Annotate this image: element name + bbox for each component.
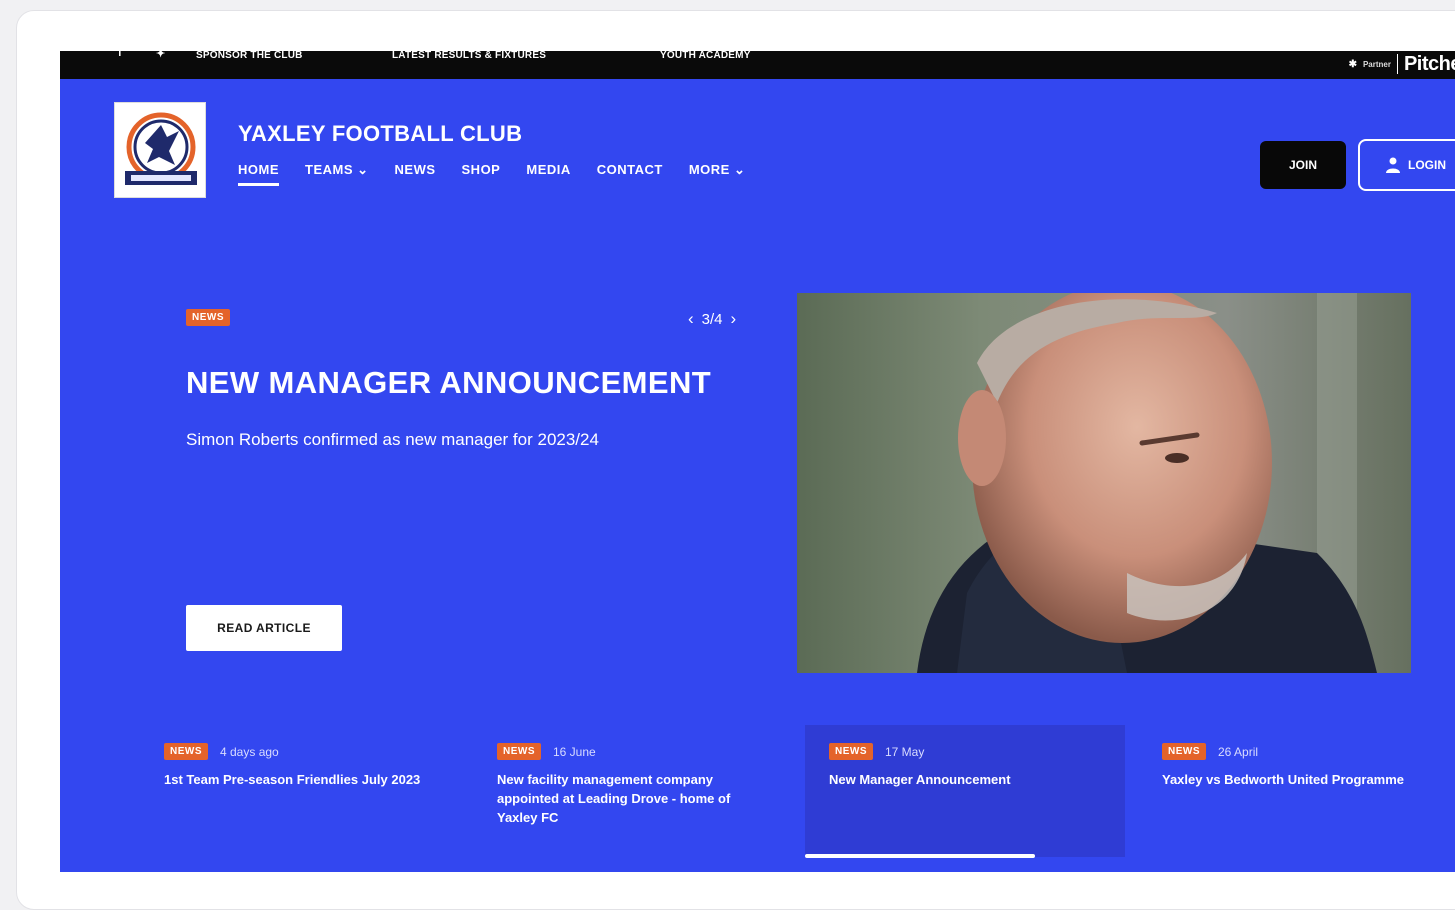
news-badge: NEWS xyxy=(497,743,541,760)
nav-more[interactable]: MORE ⌄ xyxy=(689,162,746,186)
login-label: LOGIN xyxy=(1408,158,1446,172)
pitchero-logo-icon: ✱ xyxy=(1348,58,1357,70)
divider xyxy=(1396,54,1398,74)
news-card[interactable]: NEWS 4 days ago 1st Team Pre-season Frie… xyxy=(140,725,460,857)
news-title: Yaxley vs Bedworth United Programme xyxy=(1162,772,1405,787)
twitter-icon[interactable]: ✦ xyxy=(156,51,165,60)
slider-pager: ‹ 3/4 › xyxy=(688,309,736,329)
website: f ✦ SPONSOR THE CLUB LATEST RESULTS & FI… xyxy=(60,51,1455,872)
hero-slider: NEWS ‹ 3/4 › NEW MANAGER ANNOUNCEMENT Si… xyxy=(60,239,1455,679)
news-badge: NEWS xyxy=(829,743,873,760)
main-nav: HOME TEAMS ⌄ NEWS SHOP MEDIA CONTACT MOR… xyxy=(238,162,745,186)
nav-media[interactable]: MEDIA xyxy=(526,162,570,186)
read-article-button[interactable]: READ ARTICLE xyxy=(186,605,342,651)
news-badge: NEWS xyxy=(164,743,208,760)
hero-news-badge: NEWS xyxy=(186,309,230,326)
news-date: 16 June xyxy=(553,744,596,759)
hero-subtitle: Simon Roberts confirmed as new manager f… xyxy=(186,430,599,449)
slider-prev-icon[interactable]: ‹ xyxy=(688,309,694,329)
hero-image[interactable] xyxy=(797,293,1411,673)
topbar-link-sponsor[interactable]: SPONSOR THE CLUB xyxy=(196,51,303,61)
partner-brand: Pitchero xyxy=(1403,52,1455,75)
partner-area[interactable]: ✱ Partner Pitchero xyxy=(1349,51,1455,77)
nav-teams[interactable]: TEAMS ⌄ xyxy=(305,162,369,186)
slider-count: 3/4 xyxy=(701,310,723,328)
nav-home[interactable]: HOME xyxy=(238,162,279,186)
news-badge: NEWS xyxy=(1162,743,1206,760)
club-name[interactable]: YAXLEY FOOTBALL CLUB xyxy=(238,121,522,147)
site-header: YAXLEY FOOTBALL CLUB HOME TEAMS ⌄ NEWS S… xyxy=(60,79,1455,239)
news-card-active[interactable]: NEWS 17 May New Manager Announcement xyxy=(805,725,1125,857)
news-title: New facility management company appointe… xyxy=(497,772,731,825)
hero-title[interactable]: NEW MANAGER ANNOUNCEMENT xyxy=(186,365,711,401)
news-title: 1st Team Pre-season Friendlies July 2023 xyxy=(164,772,421,787)
manager-portrait-image xyxy=(797,293,1411,673)
user-icon xyxy=(1386,157,1400,173)
news-title: New Manager Announcement xyxy=(829,772,1011,787)
slider-progress-bar xyxy=(805,854,1035,858)
facebook-icon[interactable]: f xyxy=(118,51,122,59)
news-card[interactable]: NEWS 26 April Yaxley vs Bedworth United … xyxy=(1138,725,1455,857)
browser-frame: f ✦ SPONSOR THE CLUB LATEST RESULTS & FI… xyxy=(16,10,1455,910)
news-strip: NEWS 4 days ago 1st Team Pre-season Frie… xyxy=(60,711,1455,871)
topbar-link-results[interactable]: LATEST RESULTS & FIXTURES xyxy=(392,51,546,61)
topbar-link-academy[interactable]: YOUTH ACADEMY xyxy=(660,51,751,61)
news-card[interactable]: NEWS 16 June New facility management com… xyxy=(473,725,793,857)
news-date: 26 April xyxy=(1218,744,1259,759)
news-date: 4 days ago xyxy=(220,744,279,759)
slider-next-icon[interactable]: › xyxy=(731,309,737,329)
nav-news[interactable]: NEWS xyxy=(395,162,436,186)
nav-contact[interactable]: CONTACT xyxy=(597,162,663,186)
news-date: 17 May xyxy=(885,744,925,759)
club-crest-logo[interactable] xyxy=(114,102,206,198)
partner-label: Partner xyxy=(1362,59,1391,69)
login-button[interactable]: LOGIN xyxy=(1358,139,1455,191)
club-crest-icon xyxy=(125,112,197,185)
nav-shop[interactable]: SHOP xyxy=(462,162,501,186)
join-button[interactable]: JOIN xyxy=(1260,141,1346,189)
top-bar: f ✦ SPONSOR THE CLUB LATEST RESULTS & FI… xyxy=(60,51,1455,79)
